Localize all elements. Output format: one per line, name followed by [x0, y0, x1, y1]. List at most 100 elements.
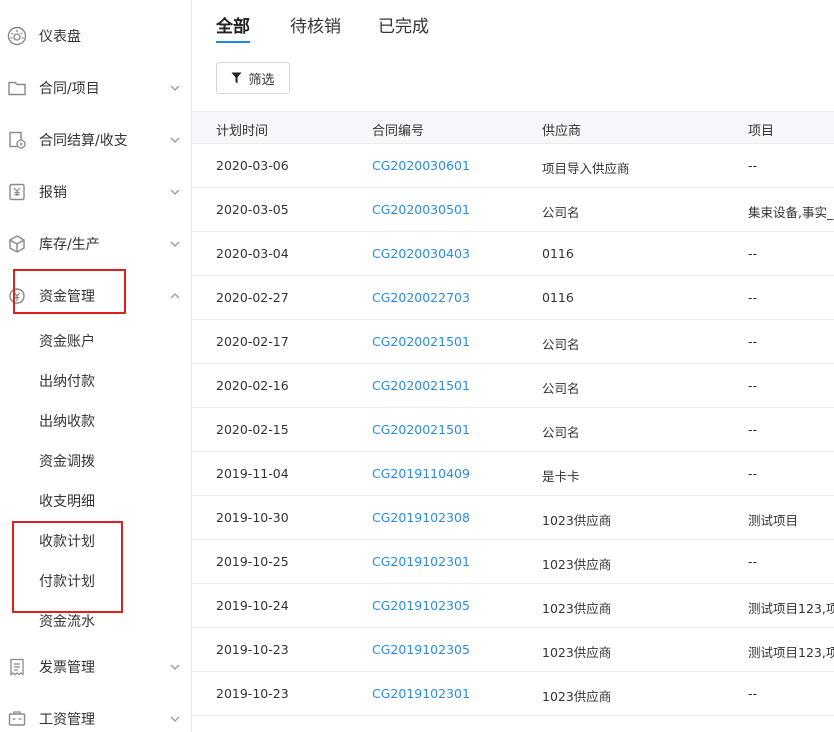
sidebar-item-label: 资金管理 — [39, 289, 95, 305]
tab-all[interactable]: 全部 — [216, 12, 250, 37]
sidebar-subitem-fund-account[interactable]: 资金账户 — [0, 321, 191, 361]
main-content: 全部 待核销 已完成 筛选 计划时间 合同编号 供应商 项目 2020-03-0… — [192, 0, 834, 732]
sidebar-subitem-label: 资金调拨 — [39, 454, 95, 470]
table-row[interactable]: 2019-10-30 CG2019102308 1023供应商 测试项目 — [192, 496, 834, 540]
sidebar-subitem-receipt-plan[interactable]: 收款计划 — [0, 521, 191, 561]
sidebar-item-inventory[interactable]: 库存/生产 — [0, 218, 191, 270]
cell-plan-time: 2019-11-04 — [216, 466, 289, 481]
cell-project: 测试项目123,项 — [748, 601, 834, 616]
folder-icon — [7, 78, 27, 98]
sidebar-item-reimburse[interactable]: 报销 — [0, 166, 191, 218]
cell-contract-no-link[interactable]: CG2019102308 — [372, 510, 532, 525]
chevron-down-icon — [170, 664, 180, 670]
sidebar-subitem-payment-plan[interactable]: 付款计划 — [0, 561, 191, 601]
cell-contract-no-link[interactable]: CG2020030501 — [372, 202, 532, 217]
cell-plan-time: 2019-10-23 — [216, 642, 289, 657]
cell-contract-no-link[interactable]: CG2020021501 — [372, 422, 532, 437]
sidebar-item-invoice[interactable]: 发票管理 — [0, 641, 191, 693]
salary-icon — [7, 709, 27, 729]
cell-contract-no-link[interactable]: CG2020021501 — [372, 378, 532, 393]
table-row[interactable]: 2019-10-24 CG2019102305 1023供应商 测试项目123,项 — [192, 584, 834, 628]
cell-supplier: 0116 — [542, 246, 574, 261]
cell-supplier: 公司名 — [542, 337, 580, 352]
sidebar-item-label: 仪表盘 — [39, 29, 81, 45]
cell-project: -- — [748, 554, 758, 569]
tab-completed[interactable]: 已完成 — [378, 12, 429, 37]
sidebar-item-label: 库存/生产 — [39, 237, 100, 253]
table-row[interactable]: 2019-11-04 CG2019110409 是卡卡 -- — [192, 452, 834, 496]
cell-project: -- — [748, 378, 758, 393]
table-row[interactable]: 2020-03-06 CG2020030601 项目导入供应商 -- — [192, 144, 834, 188]
table-row[interactable]: 2019-10-25 CG2019102301 1023供应商 -- — [192, 540, 834, 584]
cell-project: 测试项目 — [748, 513, 799, 528]
cell-plan-time: 2020-03-04 — [216, 246, 289, 261]
column-header-supplier[interactable]: 供应商 — [542, 120, 732, 139]
cell-contract-no-link[interactable]: CG2020021501 — [372, 334, 532, 349]
table-row[interactable]: 2020-02-17 CG2020021501 公司名 -- — [192, 320, 834, 364]
table-row[interactable]: 2020-02-15 CG2020021501 公司名 -- — [192, 408, 834, 452]
cell-project: 集束设备,事实_ — [748, 205, 834, 220]
cell-project: -- — [748, 246, 758, 261]
sidebar-subitem-cashier-payment[interactable]: 出纳付款 — [0, 361, 191, 401]
sidebar-subitem-income-expense-detail[interactable]: 收支明细 — [0, 481, 191, 521]
sidebar-item-salary[interactable]: 工资管理 — [0, 693, 191, 732]
sidebar-item-label: 合同结算/收支 — [39, 133, 128, 149]
cell-plan-time: 2020-02-15 — [216, 422, 289, 437]
column-header-plan-time[interactable]: 计划时间 — [216, 120, 356, 139]
sidebar-item-label: 合同/项目 — [39, 81, 100, 97]
box-icon — [7, 234, 27, 254]
sidebar-subitem-label: 出纳收款 — [39, 414, 95, 430]
table-row[interactable]: 2019-10-23 CG2019102305 1023供应商 测试项目123,项 — [192, 628, 834, 672]
cell-contract-no-link[interactable]: CG2019102301 — [372, 686, 532, 701]
sidebar-subitem-cashier-receipt[interactable]: 出纳收款 — [0, 401, 191, 441]
cell-supplier: 1023供应商 — [542, 513, 612, 528]
cell-plan-time: 2020-02-16 — [216, 378, 289, 393]
cell-plan-time: 2019-10-24 — [216, 598, 289, 613]
cell-project: -- — [748, 422, 758, 437]
sidebar-subitem-fund-transfer[interactable]: 资金调拨 — [0, 441, 191, 481]
tab-bar: 全部 待核销 已完成 — [192, 0, 834, 46]
sidebar-item-label: 工资管理 — [39, 712, 95, 728]
cell-project: -- — [748, 686, 758, 701]
cell-project: 测试项目123,项 — [748, 645, 834, 660]
sidebar-item-contract[interactable]: 合同/项目 — [0, 62, 191, 114]
cell-supplier: 是卡卡 — [542, 469, 580, 484]
cell-contract-no-link[interactable]: CG2019110409 — [372, 466, 532, 481]
cell-contract-no-link[interactable]: CG2019102305 — [372, 598, 532, 613]
chevron-down-icon — [170, 241, 180, 247]
sidebar-item-settlement[interactable]: 合同结算/收支 — [0, 114, 191, 166]
sidebar: 仪表盘 合同/项目 合同结算/收支 报销 库存/生产 资金管理 资金账户 出纳付… — [0, 0, 192, 732]
cell-supplier: 1023供应商 — [542, 557, 612, 572]
sidebar-item-dashboard[interactable]: 仪表盘 — [0, 10, 191, 62]
sidebar-item-label: 发票管理 — [39, 660, 95, 676]
table-row[interactable]: 2020-03-05 CG2020030501 公司名 集束设备,事实_ — [192, 188, 834, 232]
sidebar-subitem-fund-flow[interactable]: 资金流水 — [0, 601, 191, 641]
cell-plan-time: 2019-10-30 — [216, 510, 289, 525]
cell-supplier: 1023供应商 — [542, 645, 612, 660]
table-row[interactable]: 2020-03-04 CG2020030403 0116 -- — [192, 232, 834, 276]
table-row[interactable]: 2019-10-23 CG2019102301 1023供应商 -- — [192, 672, 834, 716]
filter-button[interactable]: 筛选 — [216, 62, 290, 94]
table-row[interactable]: 2020-02-27 CG2020022703 0116 -- — [192, 276, 834, 320]
table-row[interactable]: 2020-02-16 CG2020021501 公司名 -- — [192, 364, 834, 408]
cell-contract-no-link[interactable]: CG2020022703 — [372, 290, 532, 305]
cell-contract-no-link[interactable]: CG2019102301 — [372, 554, 532, 569]
chevron-down-icon — [170, 189, 180, 195]
sidebar-item-label: 报销 — [39, 185, 67, 201]
table-header: 计划时间 合同编号 供应商 项目 — [192, 111, 834, 144]
cell-contract-no-link[interactable]: CG2019102305 — [372, 642, 532, 657]
cell-supplier: 1023供应商 — [542, 601, 612, 616]
cell-project: -- — [748, 290, 758, 305]
cell-plan-time: 2020-03-06 — [216, 158, 289, 173]
cell-contract-no-link[interactable]: CG2020030601 — [372, 158, 532, 173]
tab-pending-writeoff[interactable]: 待核销 — [290, 12, 341, 37]
cell-contract-no-link[interactable]: CG2020030403 — [372, 246, 532, 261]
cell-supplier: 项目导入供应商 — [542, 161, 630, 176]
column-header-contract-no[interactable]: 合同编号 — [372, 120, 532, 139]
table-body: 2020-03-06 CG2020030601 项目导入供应商 -- 2020-03-0… — [192, 144, 834, 716]
dashboard-icon — [7, 26, 27, 46]
invoice-icon — [7, 657, 27, 677]
column-header-project[interactable]: 项目 — [748, 120, 834, 139]
sidebar-item-fund-management[interactable]: 资金管理 — [0, 270, 191, 322]
filter-icon — [231, 72, 242, 84]
